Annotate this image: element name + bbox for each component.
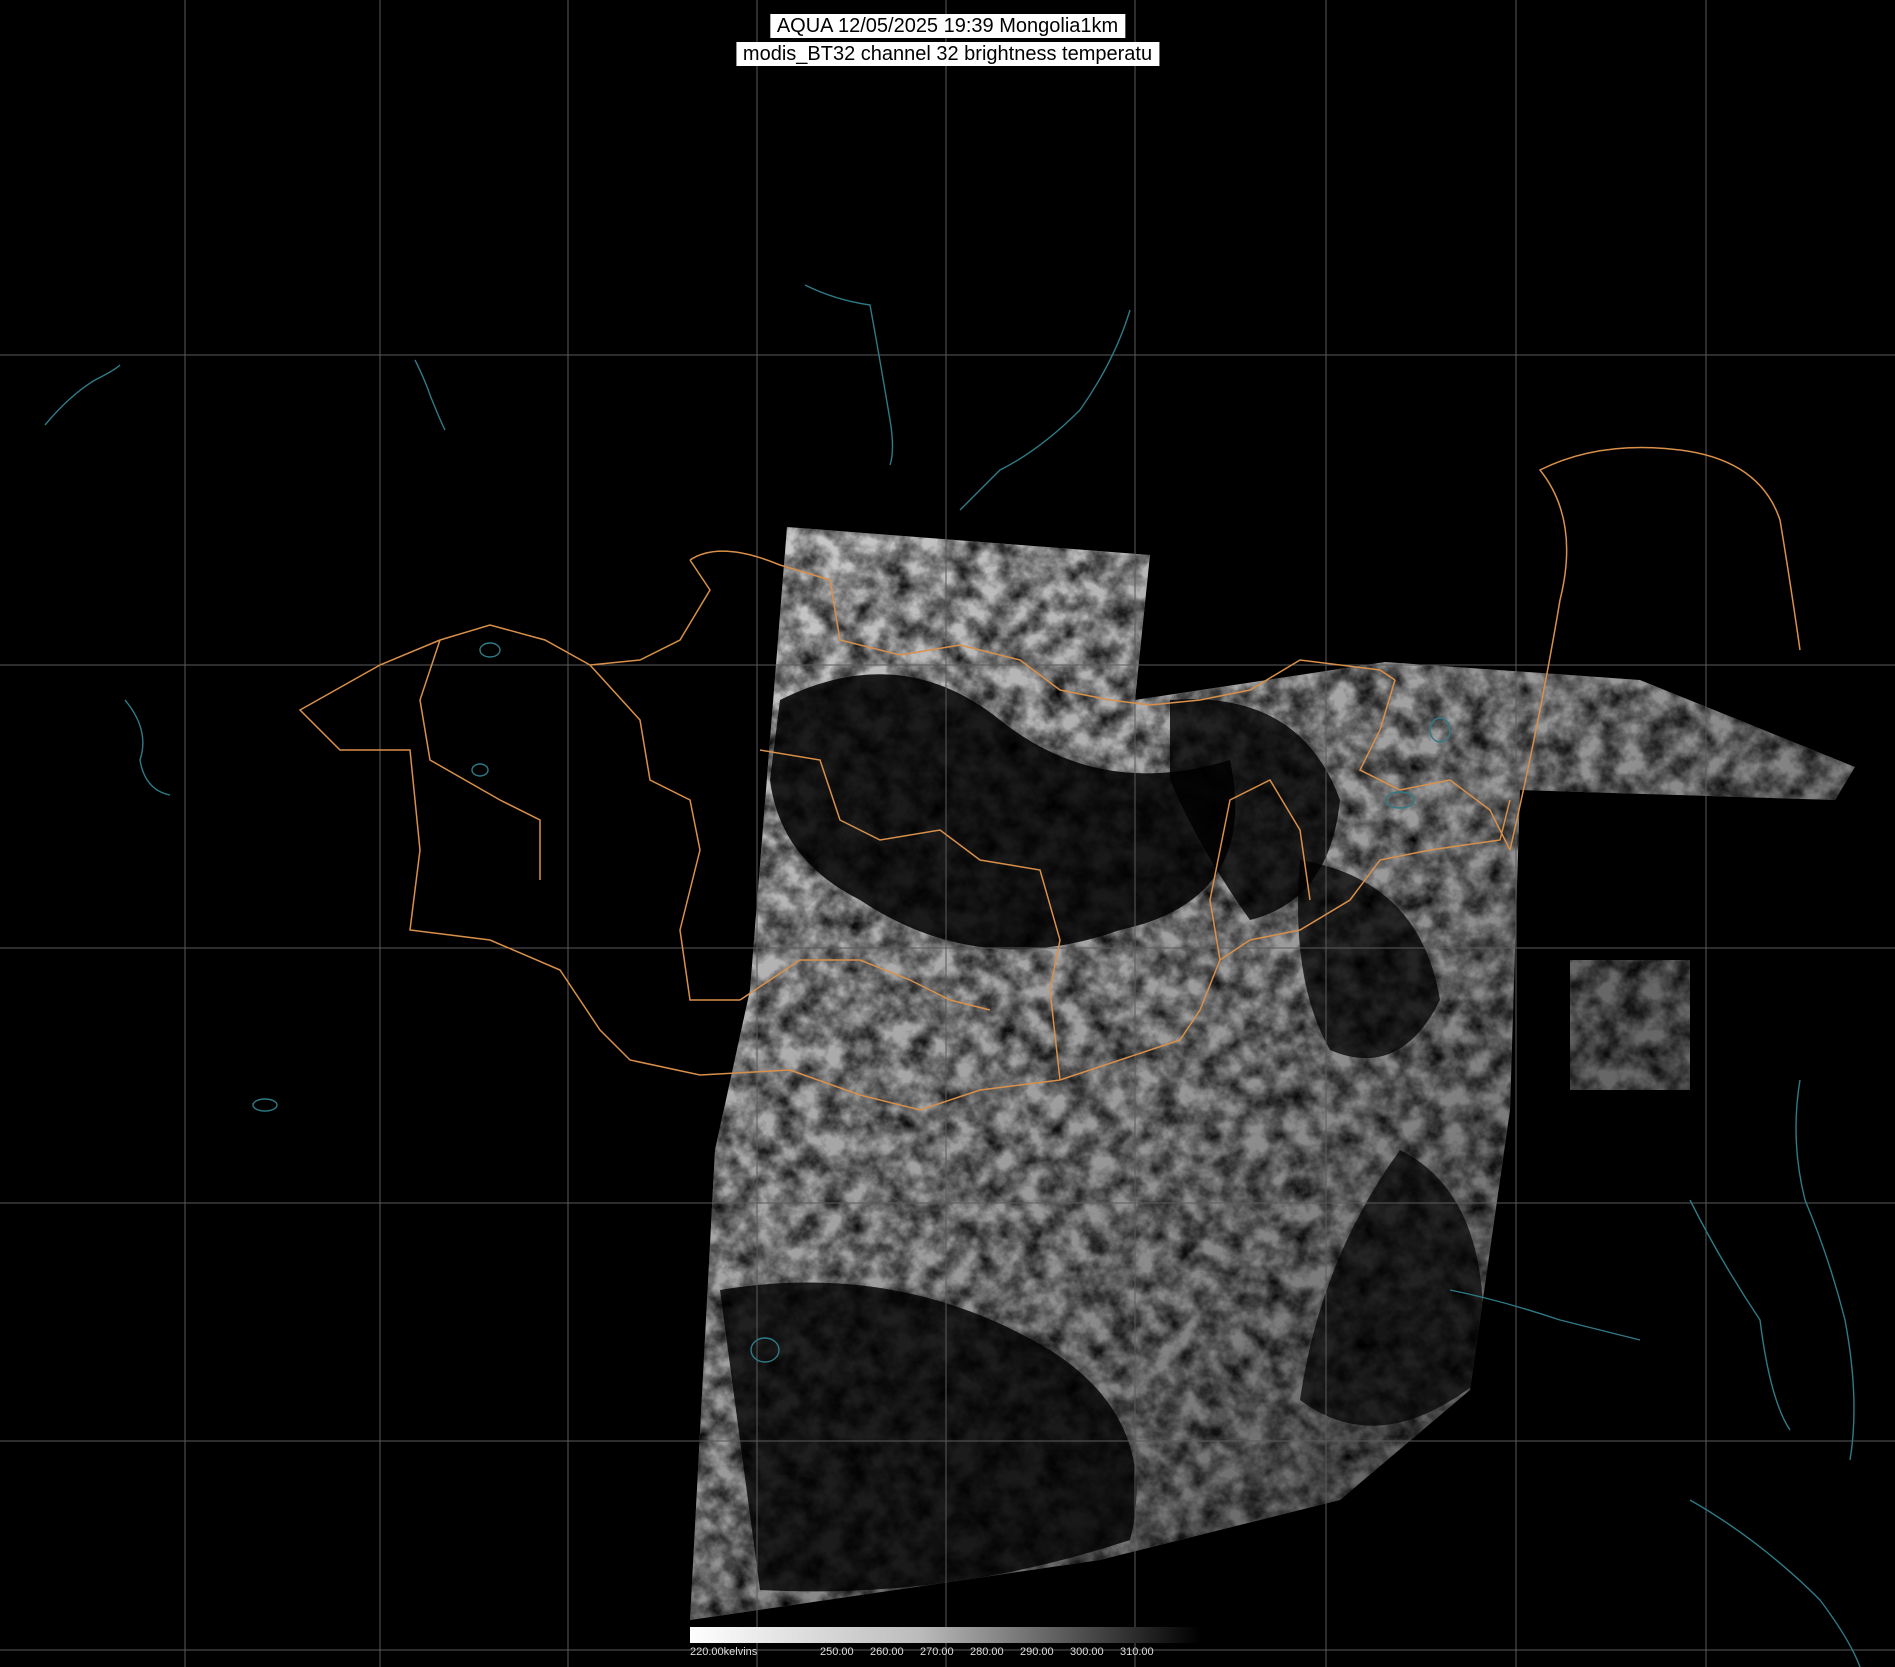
color-scale-bar: 220.00kelvins 250.00 260.00 270.00 280.0… [690,1627,1200,1667]
color-scale-gradient [690,1627,1200,1643]
color-scale-label: 270.00 [920,1646,954,1658]
color-scale-label: 310.00 [1120,1646,1154,1658]
color-scale-label: 220.00kelvins [690,1646,758,1658]
color-scale-label: 290.00 [1020,1646,1054,1658]
color-scale-label: 250.00 [820,1646,854,1658]
color-scale-label: 260.00 [870,1646,904,1658]
color-scale-label: 280.00 [970,1646,1004,1658]
color-scale-label: 300.00 [1070,1646,1104,1658]
title-line-2: modis_BT32 channel 32 brightness tempera… [735,42,1160,66]
satellite-map [0,0,1895,1667]
satellite-swath [690,527,1855,1620]
title-line-1: AQUA 12/05/2025 19:39 Mongolia1km [769,14,1126,38]
